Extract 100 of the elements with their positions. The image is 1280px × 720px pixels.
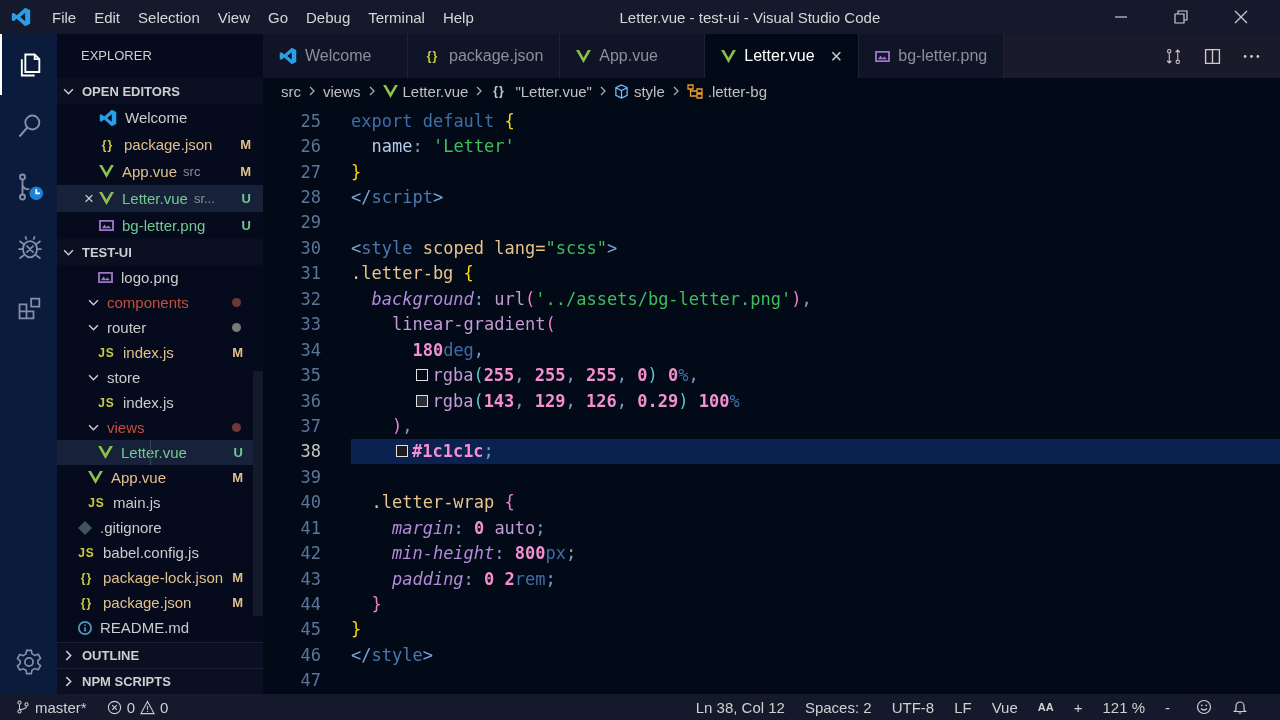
- editor-tab[interactable]: Welcome: [263, 34, 408, 78]
- menu-item[interactable]: Help: [433, 8, 483, 26]
- warning-count: 0: [160, 698, 169, 716]
- breadcrumb-item[interactable]: Letter.vue: [382, 82, 469, 100]
- font-size-status[interactable]: AA: [1037, 701, 1054, 713]
- folder-name: components: [107, 294, 189, 311]
- line-number: 31: [299, 263, 322, 284]
- code-line: ),: [391, 415, 413, 436]
- color-swatch-icon[interactable]: [416, 394, 429, 407]
- line-number: 35: [299, 365, 322, 386]
- git-status-letter: M: [232, 470, 243, 485]
- color-swatch-icon[interactable]: [416, 369, 429, 382]
- bell-icon[interactable]: [1232, 699, 1248, 715]
- file-tree-item[interactable]: JS babel.config.js: [57, 540, 253, 565]
- menu-item[interactable]: Go: [259, 8, 297, 26]
- breadcrumb-item[interactable]: {} "Letter.vue": [490, 82, 592, 100]
- status-item[interactable]: +: [1073, 698, 1083, 716]
- git-status-letter: M: [232, 570, 243, 585]
- folder-tree-item[interactable]: components: [57, 290, 253, 315]
- status-item[interactable]: UTF-8: [891, 698, 935, 716]
- folder-tree-item[interactable]: views: [57, 415, 253, 440]
- status-item[interactable]: LF: [954, 698, 972, 716]
- file-tree-item[interactable]: JS index.js: [57, 390, 253, 415]
- file-tree-item[interactable]: {} package.json M: [57, 590, 253, 615]
- open-editor-item[interactable]: {} package.json M: [57, 131, 263, 158]
- folder-name: router: [107, 319, 147, 336]
- breadcrumb-item[interactable]: src: [281, 82, 301, 100]
- settings-icon[interactable]: [14, 648, 43, 676]
- chevron-icon: [307, 86, 317, 96]
- file-tree-item[interactable]: README.md: [57, 615, 253, 640]
- open-editor-item[interactable]: Welcome: [57, 104, 263, 131]
- file-tree-item[interactable]: JS index.js M: [57, 340, 253, 365]
- folder-tree-item[interactable]: store: [57, 365, 253, 390]
- breadcrumb-item[interactable]: .letter-bg: [686, 82, 767, 100]
- open-editor-item[interactable]: App.vue src M: [57, 158, 263, 185]
- color-swatch-icon[interactable]: [395, 445, 408, 458]
- menu-item[interactable]: View: [208, 8, 259, 26]
- close-icon[interactable]: [1234, 10, 1248, 24]
- line-number: 40: [299, 492, 322, 513]
- vue-logo-icon: [98, 446, 113, 459]
- editor-tab[interactable]: Letter.vue ×: [705, 34, 860, 78]
- status-item[interactable]: 121 %: [1102, 698, 1145, 716]
- status-item[interactable]: Vue: [991, 698, 1018, 716]
- braces-icon: {}: [490, 84, 508, 98]
- file-tree-item[interactable]: .gitignore: [57, 515, 253, 540]
- git-status-letter: M: [240, 137, 251, 152]
- git-status-letter: M: [232, 595, 243, 610]
- section-header[interactable]: NPM SCRIPTS: [57, 668, 263, 694]
- git-status-letter: U: [233, 445, 243, 460]
- file-tree-item[interactable]: logo.png: [57, 265, 253, 290]
- warning-icon: [140, 699, 156, 715]
- compare-icon[interactable]: [1165, 47, 1182, 65]
- bug-icon: [15, 233, 44, 262]
- folder-tree-item[interactable]: router: [57, 315, 253, 340]
- line-number: 27: [299, 161, 322, 182]
- code-line: name: 'Letter': [371, 136, 515, 157]
- status-item[interactable]: Spaces: 2: [804, 698, 872, 716]
- breadcrumb-item[interactable]: style: [613, 82, 665, 100]
- code-line: .letter-bg {: [351, 263, 474, 284]
- open-editor-item[interactable]: × Letter.vue sr... U: [57, 185, 263, 212]
- menu-item[interactable]: File: [43, 8, 86, 26]
- more-icon[interactable]: [1243, 53, 1260, 59]
- editor-tab[interactable]: {} package.json: [408, 34, 561, 78]
- status-item[interactable]: Ln 38, Col 12: [695, 698, 785, 716]
- editor-tab[interactable]: App.vue: [560, 34, 706, 78]
- breadcrumb-item[interactable]: views: [323, 82, 361, 100]
- menu-item[interactable]: Selection: [129, 8, 209, 26]
- smiley-icon[interactable]: [1196, 699, 1212, 715]
- scrollbar-thumb[interactable]: [253, 371, 263, 616]
- restore-icon[interactable]: [1174, 10, 1188, 24]
- code-line: rgba(255, 255, 255, 0) 0%,: [432, 365, 699, 386]
- folder-hint: sr...: [193, 191, 215, 206]
- file-tree-item[interactable]: JS main.js: [57, 490, 253, 515]
- menu-item[interactable]: Debug: [297, 8, 360, 26]
- line-number: 41: [299, 517, 322, 538]
- image-icon: [99, 219, 114, 232]
- menu-item[interactable]: Terminal: [359, 8, 434, 26]
- file-tree-item[interactable]: {} package-lock.json M: [57, 565, 253, 590]
- open-editor-item[interactable]: bg-letter.png U: [57, 212, 263, 239]
- braces-icon: {}: [78, 570, 95, 585]
- line-number: 32: [299, 288, 322, 309]
- branch-status[interactable]: master*: [16, 698, 87, 716]
- file-tree-item[interactable]: Letter.vue U: [57, 440, 253, 465]
- problems-status[interactable]: 0 0: [106, 698, 169, 716]
- line-number: 25: [299, 110, 322, 131]
- section-header[interactable]: OUTLINE: [57, 642, 263, 668]
- file-tree-item[interactable]: App.vue M: [57, 465, 253, 490]
- section-header[interactable]: OPEN EDITORS: [57, 78, 263, 104]
- editor-tab[interactable]: bg-letter.png: [859, 34, 1005, 78]
- status-item[interactable]: -: [1165, 698, 1170, 716]
- info-icon: [78, 620, 92, 635]
- section-header[interactable]: TEST-UI: [57, 239, 263, 265]
- split-editor-icon[interactable]: [1204, 47, 1221, 65]
- branch-name: master*: [35, 698, 87, 716]
- close-icon[interactable]: ×: [830, 46, 843, 66]
- code-line: </style>: [351, 644, 433, 665]
- line-number: 26: [299, 136, 322, 157]
- code-line: background: url('../assets/bg-letter.png'),: [371, 288, 812, 309]
- menu-item[interactable]: Edit: [85, 8, 130, 26]
- close-icon[interactable]: ×: [84, 190, 94, 207]
